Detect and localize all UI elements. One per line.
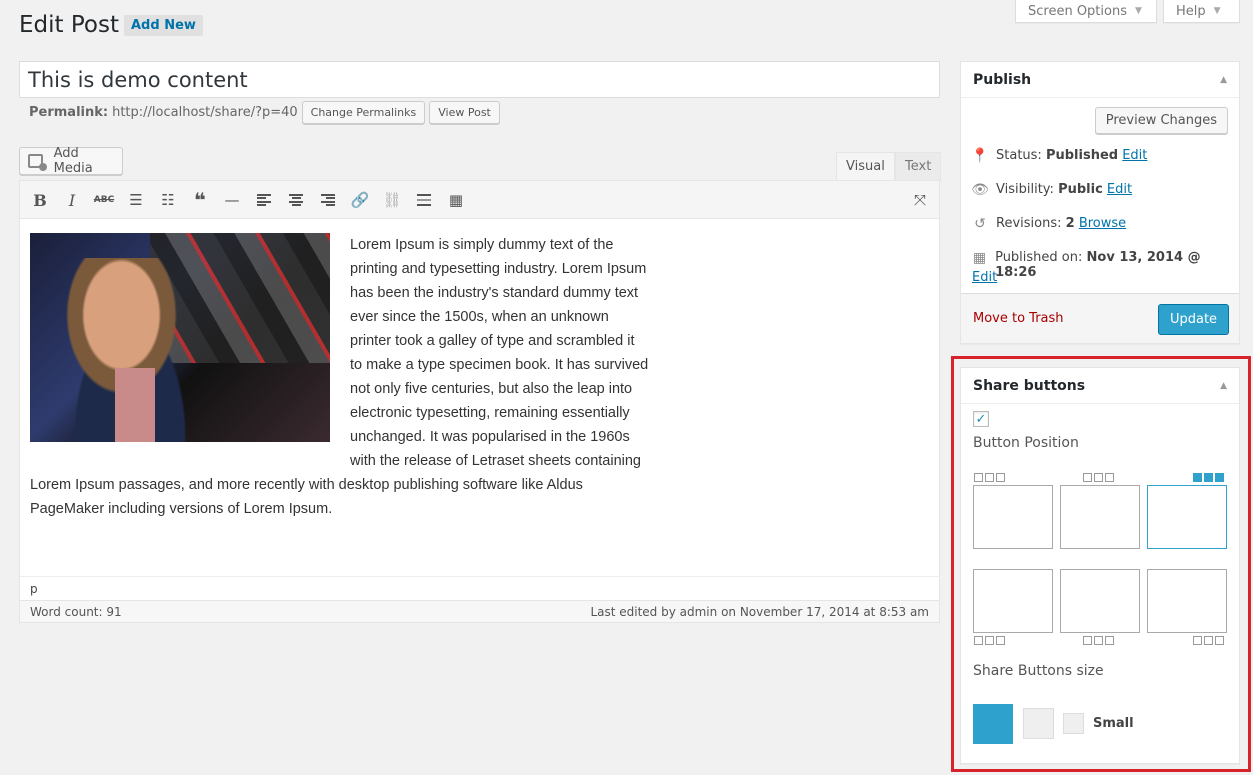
publish-title: Publish <box>973 71 1032 88</box>
add-media-button[interactable]: Add Media <box>19 146 123 176</box>
visibility-row: 👁 Visibility: Public Edit <box>971 182 1132 198</box>
status-row: 📍 Status: Published Edit <box>971 148 1147 164</box>
edit-visibility-link[interactable]: Edit <box>1107 182 1132 197</box>
word-count: Word count: 91 <box>30 604 122 619</box>
enable-share-checkbox[interactable]: ✓ <box>973 411 989 427</box>
update-button[interactable]: Update <box>1158 304 1229 335</box>
status-label: Status: <box>996 148 1042 163</box>
position-indicator-bottom-right <box>1193 636 1224 645</box>
horizontal-line-icon[interactable]: — <box>221 189 243 211</box>
pin-icon: 📍 <box>971 148 989 164</box>
element-path[interactable]: p <box>20 576 939 600</box>
move-to-trash-link[interactable]: Move to Trash <box>973 311 1064 326</box>
visibility-value: Public <box>1058 182 1103 197</box>
share-box-header[interactable]: Share buttons ▲ <box>961 368 1239 404</box>
revisions-row: ↺ Revisions: 2 Browse <box>972 216 1126 232</box>
publish-box: Publish ▲ Preview Changes 📍 Status: Publ… <box>960 61 1240 344</box>
align-center-icon[interactable] <box>285 189 307 211</box>
collapse-arrow-icon[interactable]: ▲ <box>1220 381 1227 391</box>
strikethrough-icon[interactable]: ABC <box>93 189 115 211</box>
add-new-button[interactable]: Add New <box>124 15 203 36</box>
help-label: Help <box>1176 3 1206 19</box>
numbered-list-icon[interactable]: ☷ <box>157 189 179 211</box>
bold-icon[interactable]: B <box>29 189 51 211</box>
permalink-row: Permalink: http://localhost/share/?p=40 … <box>29 101 500 124</box>
editor-toolbar: B I ABC ☰ ☷ ❝ — 🔗 ⛓ ▦ ⤧ <box>20 181 939 219</box>
share-buttons-box: Share buttons ▲ ✓ Button Position Share … <box>960 367 1240 764</box>
share-title: Share buttons <box>973 377 1086 394</box>
position-indicator-bottom-center <box>1083 636 1114 645</box>
align-right-icon[interactable] <box>317 189 339 211</box>
visibility-label: Visibility: <box>996 182 1054 197</box>
position-bottom-center[interactable] <box>1060 569 1140 633</box>
position-indicator-top-left <box>974 473 1005 482</box>
preview-changes-button[interactable]: Preview Changes <box>1094 107 1228 134</box>
add-media-label: Add Media <box>53 146 93 176</box>
button-position-label: Button Position <box>973 435 1079 451</box>
page-title: Edit Post <box>19 12 119 38</box>
chevron-down-icon: ▼ <box>1213 5 1221 16</box>
share-buttons-size-label: Share Buttons size <box>973 663 1104 679</box>
status-value: Published <box>1045 148 1119 163</box>
bullet-list-icon[interactable]: ☰ <box>125 189 147 211</box>
change-permalinks-button[interactable]: Change Permalinks <box>301 101 426 124</box>
screen-options-label: Screen Options <box>1028 3 1127 19</box>
last-edited: Last edited by admin on November 17, 201… <box>590 604 929 619</box>
edit-status-link[interactable]: Edit <box>1122 148 1147 163</box>
published-on-row: ▦ Published on: Nov 13, 2014 @ 18:26 <box>972 250 1232 280</box>
align-left-icon[interactable] <box>253 189 275 211</box>
publish-actions: Move to Trash Update <box>961 293 1239 343</box>
revisions-value: 2 <box>1065 216 1075 231</box>
post-image[interactable] <box>30 233 330 442</box>
italic-icon[interactable]: I <box>61 189 83 211</box>
tab-visual[interactable]: Visual <box>836 152 895 181</box>
post-editor: B I ABC ☰ ☷ ❝ — 🔗 ⛓ ▦ ⤧ Lorem Ipsum is s… <box>19 180 940 623</box>
published-label: Published on: <box>995 250 1083 265</box>
size-medium-option[interactable] <box>1023 708 1054 739</box>
view-post-button[interactable]: View Post <box>429 101 500 124</box>
read-more-icon[interactable] <box>413 189 435 211</box>
permalink-url[interactable]: http://localhost/share/?p=40 <box>112 105 298 120</box>
size-small-label: Small <box>1093 716 1134 731</box>
publish-box-header[interactable]: Publish ▲ <box>961 62 1239 98</box>
link-icon[interactable]: 🔗 <box>349 189 371 211</box>
screen-options-tab[interactable]: Screen Options ▼ <box>1015 0 1157 23</box>
editor-content[interactable]: Lorem Ipsum is simply dummy text of the … <box>30 233 650 521</box>
collapse-arrow-icon[interactable]: ▲ <box>1220 75 1227 85</box>
calendar-icon: ▦ <box>972 250 987 266</box>
eye-icon: 👁 <box>971 182 989 198</box>
position-top-center[interactable] <box>1060 485 1140 549</box>
position-indicator-top-right <box>1193 473 1224 482</box>
fullscreen-icon[interactable]: ⤧ <box>909 189 931 211</box>
help-tab[interactable]: Help ▼ <box>1163 0 1240 23</box>
position-bottom-left[interactable] <box>973 569 1053 633</box>
size-small-option[interactable] <box>1063 713 1084 734</box>
position-indicator-bottom-left <box>974 636 1005 645</box>
size-large-option[interactable] <box>973 704 1013 744</box>
blockquote-icon[interactable]: ❝ <box>189 188 211 212</box>
unlink-icon[interactable]: ⛓ <box>381 189 403 211</box>
media-icon <box>28 154 47 171</box>
browse-revisions-link[interactable]: Browse <box>1079 216 1126 231</box>
chevron-down-icon: ▼ <box>1135 5 1142 16</box>
permalink-label: Permalink: <box>29 105 109 120</box>
history-icon: ↺ <box>974 216 986 232</box>
position-top-left[interactable] <box>973 485 1053 549</box>
revisions-label: Revisions: <box>996 216 1062 231</box>
position-bottom-right[interactable] <box>1147 569 1227 633</box>
position-top-right[interactable] <box>1147 485 1227 549</box>
tab-text[interactable]: Text <box>895 152 942 181</box>
edit-date-link[interactable]: Edit <box>972 270 997 285</box>
position-indicator-top-center <box>1083 473 1114 482</box>
post-title-input[interactable]: This is demo content <box>19 61 940 98</box>
toolbar-toggle-icon[interactable]: ▦ <box>445 189 467 211</box>
editor-status-bar: Word count: 91 Last edited by admin on N… <box>20 600 939 622</box>
